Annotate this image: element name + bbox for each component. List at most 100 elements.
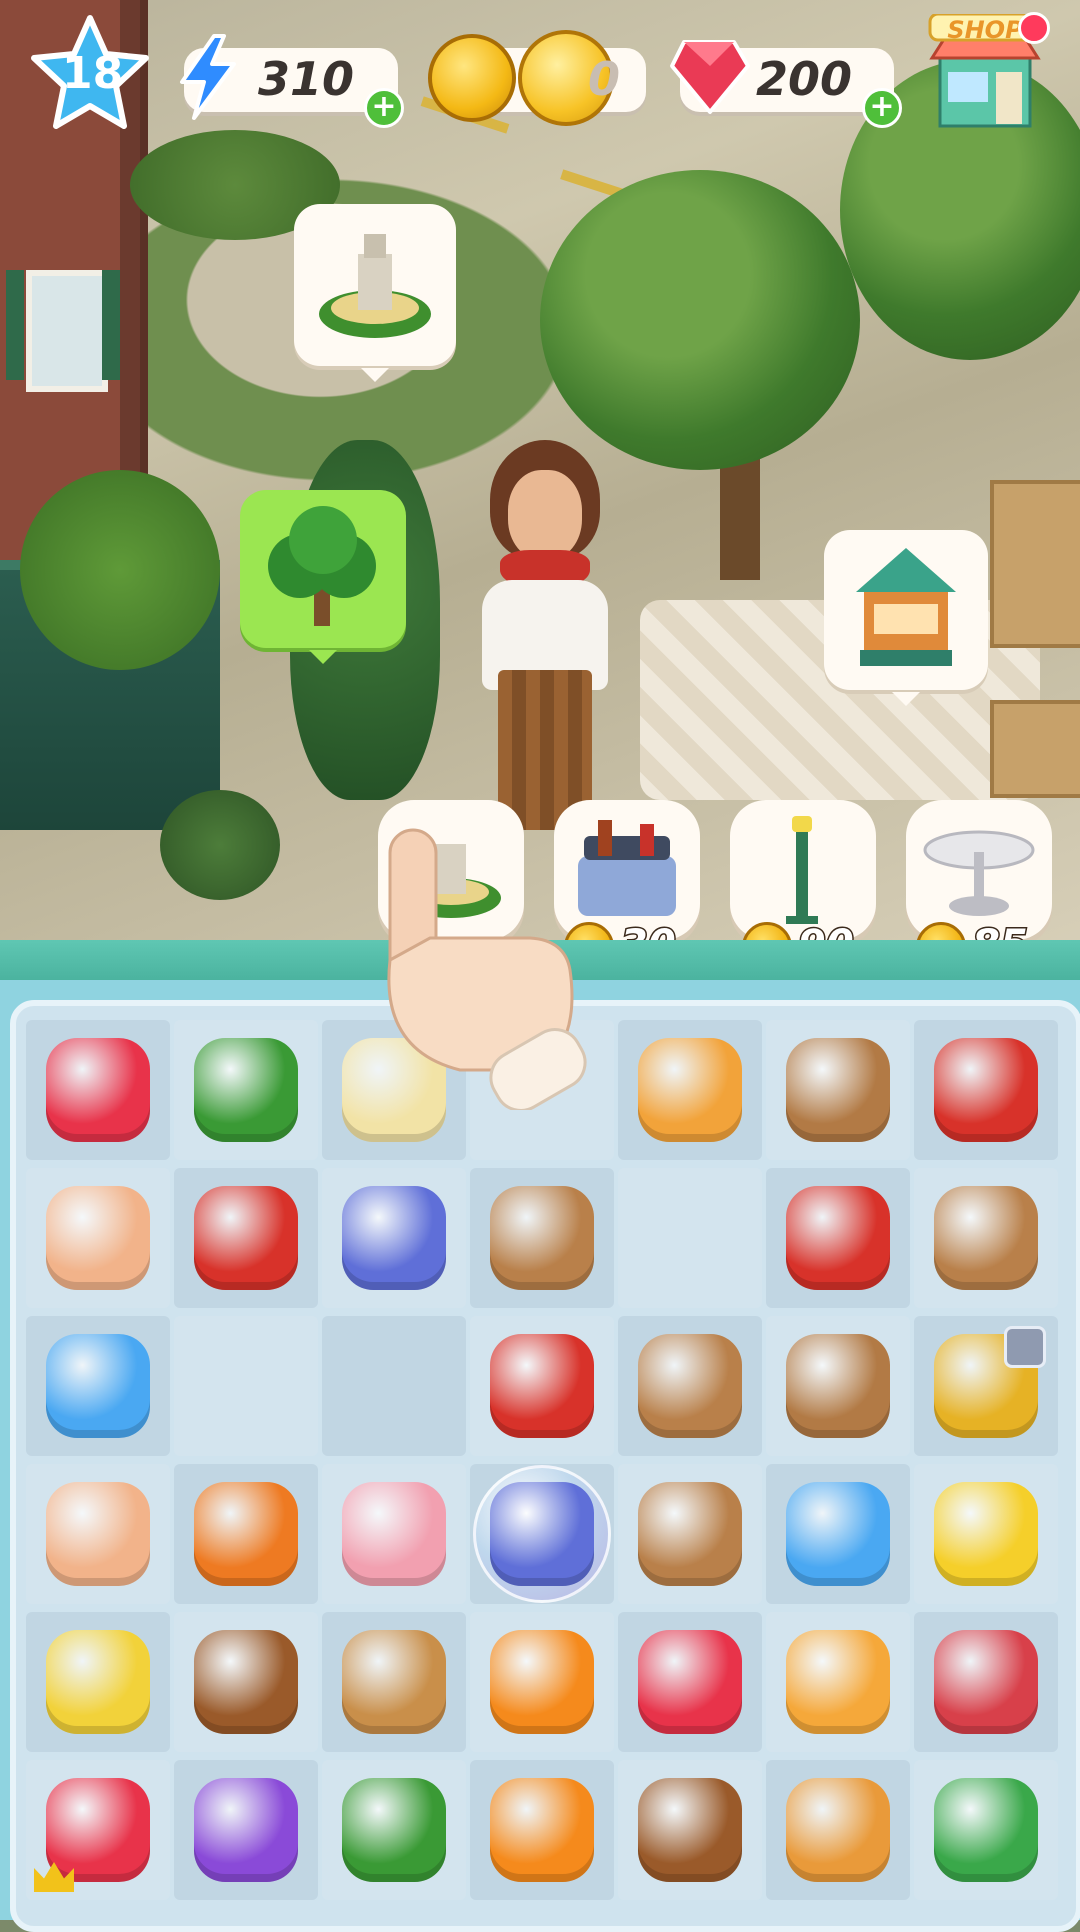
wooden-crate bbox=[990, 480, 1080, 648]
board-cell[interactable] bbox=[766, 1168, 910, 1308]
kiosk-icon bbox=[856, 548, 956, 666]
board-cell[interactable] bbox=[174, 1316, 318, 1456]
coffee-cup-icon bbox=[786, 1334, 890, 1438]
board-cell[interactable] bbox=[174, 1464, 318, 1604]
energy-cart-icon bbox=[638, 1038, 742, 1142]
board-cell[interactable] bbox=[26, 1020, 170, 1160]
board-cell[interactable] bbox=[618, 1168, 762, 1308]
cupcake-icon bbox=[342, 1630, 446, 1734]
build-bubble-kiosk[interactable] bbox=[824, 530, 988, 706]
board-cell[interactable] bbox=[914, 1612, 1058, 1752]
steak-icon bbox=[934, 1630, 1038, 1734]
window-shutter bbox=[6, 270, 24, 380]
board-cell[interactable] bbox=[618, 1760, 762, 1900]
flower-bush bbox=[160, 790, 280, 900]
energy-bolts-icon bbox=[786, 1482, 890, 1586]
wooden-crate bbox=[990, 700, 1080, 798]
broccoli-icon bbox=[194, 1038, 298, 1142]
board-cell[interactable] bbox=[174, 1168, 318, 1308]
board-cell[interactable] bbox=[26, 1316, 170, 1456]
board-cell[interactable] bbox=[766, 1316, 910, 1456]
bubble-toolbox-icon bbox=[490, 1482, 594, 1586]
board-cell[interactable] bbox=[174, 1020, 318, 1160]
board-cell[interactable] bbox=[470, 1316, 614, 1456]
bananas-icon bbox=[46, 1630, 150, 1734]
paper-cup-icon bbox=[934, 1186, 1038, 1290]
monument-fountain-icon bbox=[319, 234, 431, 338]
orange-juice-icon bbox=[786, 1630, 890, 1734]
board-cell[interactable] bbox=[618, 1020, 762, 1160]
window-shutter bbox=[102, 270, 120, 380]
build-bubble-monument[interactable] bbox=[294, 204, 456, 382]
shop-button[interactable]: SHOP bbox=[926, 12, 1050, 132]
bell-peppers-icon bbox=[490, 1334, 594, 1438]
vine-bush bbox=[20, 470, 220, 670]
broccoli-icon bbox=[342, 1778, 446, 1882]
board-cell[interactable] bbox=[766, 1464, 910, 1604]
board-cell[interactable] bbox=[914, 1760, 1058, 1900]
board-cell[interactable] bbox=[26, 1168, 170, 1308]
board-cell[interactable] bbox=[914, 1464, 1058, 1604]
build-bubble-tree[interactable] bbox=[240, 490, 406, 664]
paper-cup-icon bbox=[490, 1186, 594, 1290]
board-cell[interactable] bbox=[766, 1020, 910, 1160]
board-cell[interactable] bbox=[26, 1760, 170, 1900]
board-cell[interactable] bbox=[914, 1168, 1058, 1308]
coin-value: 0 bbox=[588, 52, 621, 106]
board-cell[interactable] bbox=[470, 1760, 614, 1900]
bell-peppers-icon bbox=[934, 1038, 1038, 1142]
shop-item-table[interactable] bbox=[906, 800, 1052, 940]
board-cell[interactable] bbox=[914, 1020, 1058, 1160]
orange-icon bbox=[490, 1630, 594, 1734]
gem-icon bbox=[670, 40, 750, 114]
tree-icon bbox=[268, 506, 376, 626]
carrot-cookies-icon bbox=[786, 1778, 890, 1882]
board-cell[interactable] bbox=[26, 1612, 170, 1752]
board-cell[interactable] bbox=[470, 1168, 614, 1308]
board-cell[interactable] bbox=[618, 1316, 762, 1456]
board-cell[interactable] bbox=[322, 1464, 466, 1604]
energy-value: 310 bbox=[258, 52, 355, 106]
chef-face bbox=[508, 470, 582, 560]
street-lamp-icon bbox=[786, 816, 818, 924]
chef-character[interactable] bbox=[460, 430, 630, 830]
gem-pile-icon bbox=[46, 1778, 150, 1882]
cheese-icon bbox=[934, 1482, 1038, 1586]
board-cell[interactable] bbox=[470, 1612, 614, 1752]
board-cell[interactable] bbox=[766, 1612, 910, 1752]
coin-icon bbox=[428, 34, 516, 122]
round-table-icon bbox=[923, 830, 1035, 916]
add-energy-button[interactable]: + bbox=[364, 88, 404, 128]
paper-cup-icon bbox=[638, 1334, 742, 1438]
shop-item-lamp[interactable] bbox=[730, 800, 876, 940]
board-cell[interactable] bbox=[618, 1464, 762, 1604]
board-cell[interactable] bbox=[322, 1316, 466, 1456]
board-cell[interactable] bbox=[26, 1464, 170, 1604]
board-cell[interactable] bbox=[322, 1168, 466, 1308]
bell-peppers-icon bbox=[194, 1186, 298, 1290]
merge-board[interactable] bbox=[10, 1000, 1080, 1932]
board-cell[interactable] bbox=[766, 1760, 910, 1900]
gems-icon bbox=[638, 1630, 742, 1734]
watermelon-icon bbox=[934, 1778, 1038, 1882]
board-cell[interactable] bbox=[470, 1464, 614, 1604]
board-cell[interactable] bbox=[174, 1760, 318, 1900]
tea-set-icon bbox=[342, 1482, 446, 1586]
board-cell[interactable] bbox=[174, 1612, 318, 1752]
tomato-icon bbox=[786, 1186, 890, 1290]
building-window bbox=[26, 270, 108, 392]
energy-bolt-icon bbox=[180, 34, 236, 120]
board-cell[interactable] bbox=[914, 1316, 1058, 1456]
carrot-icon bbox=[194, 1482, 298, 1586]
board-cell[interactable] bbox=[322, 1612, 466, 1752]
town-scene[interactable]: 30 90 85 bbox=[0, 0, 1080, 950]
paper-cup-icon bbox=[638, 1482, 742, 1586]
gem-value: 200 bbox=[756, 52, 853, 106]
board-cell[interactable] bbox=[618, 1612, 762, 1752]
fruit-parfait-icon bbox=[46, 1186, 150, 1290]
add-gems-button[interactable]: + bbox=[862, 88, 902, 128]
fruit-parfait-icon bbox=[46, 1482, 150, 1586]
notification-dot bbox=[1018, 12, 1050, 44]
energy-toolbox-icon bbox=[342, 1186, 446, 1290]
board-cell[interactable] bbox=[322, 1760, 466, 1900]
